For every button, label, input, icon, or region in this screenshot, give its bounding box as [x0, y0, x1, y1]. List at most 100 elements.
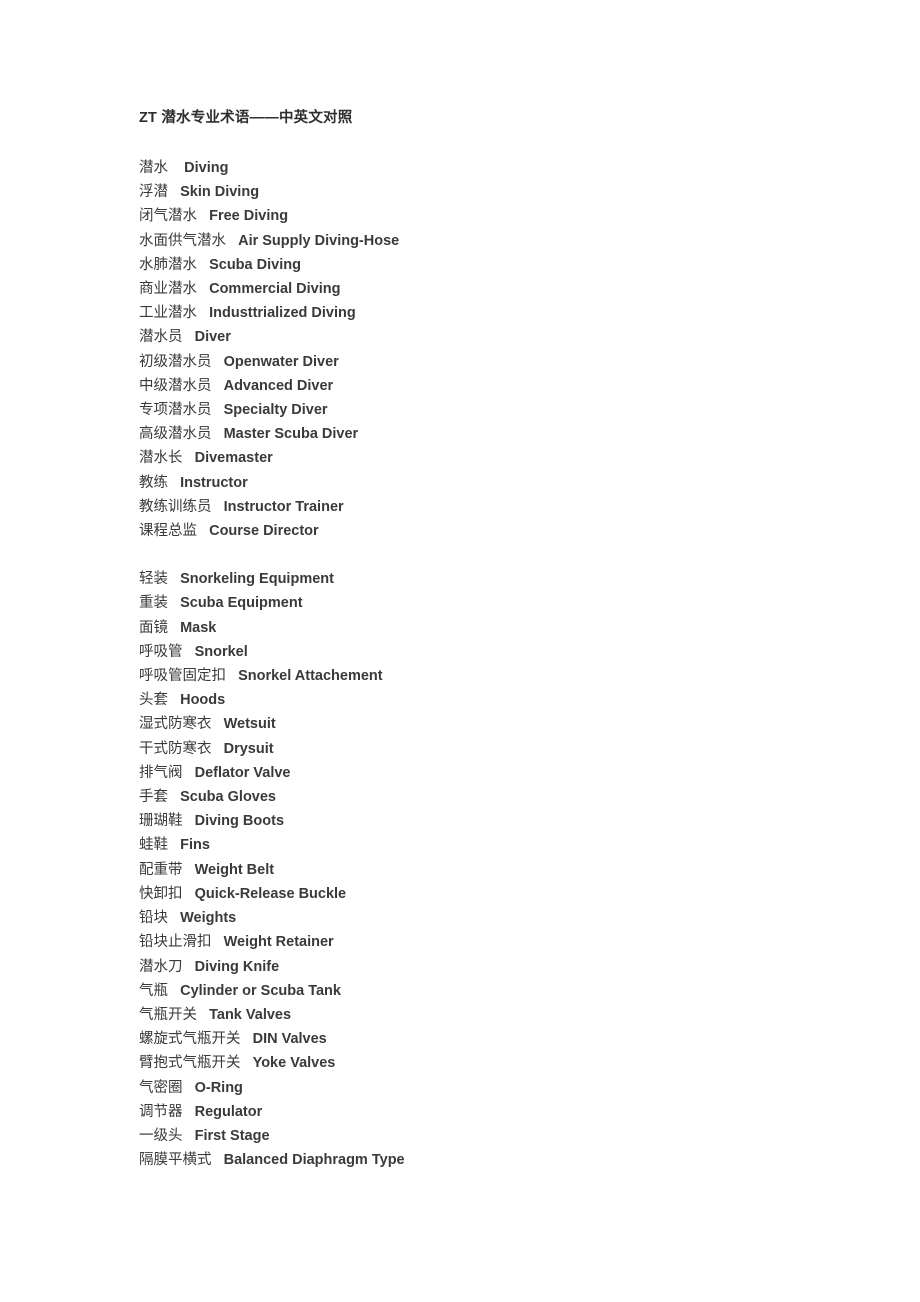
term-english: Tank Valves: [209, 1006, 292, 1023]
term-chinese: 蛙鞋: [139, 837, 168, 854]
term-english: Balanced Diaphragm Type: [223, 1152, 405, 1169]
term-separator: [183, 450, 195, 466]
term-chinese: 教练训练员: [139, 498, 212, 515]
term-line: 轻装 Snorkeling Equipment: [139, 567, 920, 591]
term-separator: [168, 160, 184, 176]
term-line: 一级头 First Stage: [139, 1124, 920, 1148]
term-english: Scuba Equipment: [180, 595, 303, 612]
term-line: 潜水刀 Diving Knife: [139, 955, 920, 979]
terminology-list: 潜水 Diving 浮潜 Skin Diving 闭气潜水 Free Diving 水…: [139, 156, 920, 1172]
page-title-rest: 潜水专业术语——中英文对照: [157, 110, 353, 126]
term-line: 教练训练员 Instructor Trainer: [139, 495, 920, 519]
term-separator: [168, 983, 180, 999]
term-english: Drysuit: [223, 740, 274, 757]
term-chinese: 隔膜平横式: [139, 1152, 212, 1169]
term-chinese: 螺旋式气瓶开关: [139, 1031, 241, 1048]
term-chinese: 中级潜水员: [139, 377, 212, 394]
term-line: 铅块止滑扣 Weight Retainer: [139, 930, 920, 954]
term-separator: [168, 789, 180, 805]
term-english: Hoods: [180, 692, 226, 709]
term-chinese: 教练: [139, 474, 168, 491]
term-english: Snorkel Attachement: [238, 668, 383, 685]
term-separator: [168, 184, 180, 200]
term-separator: [168, 595, 180, 611]
term-chinese: 高级潜水员: [139, 426, 212, 443]
term-separator: [212, 378, 224, 394]
term-separator: [212, 499, 224, 515]
term-line: 专项潜水员 Specialty Diver: [139, 398, 920, 422]
term-line: 隔膜平横式 Balanced Diaphragm Type: [139, 1148, 920, 1172]
term-english: Scuba Diving: [209, 256, 301, 273]
term-line: 配重带 Weight Belt: [139, 858, 920, 882]
term-english: First Stage: [194, 1127, 270, 1144]
term-separator: [183, 329, 195, 345]
term-separator: [241, 1031, 253, 1047]
term-separator: [183, 886, 195, 902]
term-chinese: 调节器: [139, 1103, 183, 1120]
term-english: Diving Knife: [194, 958, 280, 975]
term-english: Scuba Gloves: [180, 789, 276, 806]
term-line: 排气阀 Deflator Valve: [139, 761, 920, 785]
term-english: Snorkel: [194, 643, 248, 660]
term-line: 潜水 Diving: [139, 156, 920, 180]
term-english: Diver: [194, 329, 231, 346]
title-spacer: [139, 128, 920, 156]
term-line: 快卸扣 Quick-Release Buckle: [139, 882, 920, 906]
term-chinese: 潜水: [139, 160, 168, 176]
term-line: 水面供气潜水 Air Supply Diving-Hose: [139, 229, 920, 253]
term-chinese: 干式防寒衣: [139, 740, 212, 757]
term-line: 课程总监 Course Director: [139, 519, 920, 543]
term-english: Specialty Diver: [223, 402, 328, 419]
term-english: Snorkeling Equipment: [180, 571, 334, 588]
term-line: 中级潜水员 Advanced Diver: [139, 374, 920, 398]
term-separator: [226, 668, 238, 684]
term-english: Quick-Release Buckle: [194, 885, 347, 902]
term-line: 蛙鞋 Fins: [139, 833, 920, 857]
term-chinese: 手套: [139, 789, 168, 806]
document-page: ZT 潜水专业术语——中英文对照 潜水 Diving 浮潜 Skin Diving…: [0, 0, 920, 1302]
term-english: Openwater Diver: [223, 353, 339, 370]
term-line: 气瓶 Cylinder or Scuba Tank: [139, 979, 920, 1003]
term-separator: [212, 426, 224, 442]
term-chinese: 铅块止滑扣: [139, 934, 212, 951]
term-line: 珊瑚鞋 Diving Boots: [139, 809, 920, 833]
term-english: Regulator: [194, 1103, 263, 1120]
term-line: 干式防寒衣 Drysuit: [139, 737, 920, 761]
term-chinese: 轻装: [139, 571, 168, 588]
term-separator: [183, 1080, 195, 1096]
term-separator: [183, 959, 195, 975]
term-separator: [183, 765, 195, 781]
term-separator: [212, 934, 224, 950]
term-line: 臂抱式气瓶开关 Yoke Valves: [139, 1051, 920, 1075]
term-chinese: 头套: [139, 692, 168, 709]
term-english: Instructor: [180, 474, 248, 491]
term-line: 浮潜 Skin Diving: [139, 180, 920, 204]
term-line: 商业潜水 Commercial Diving: [139, 277, 920, 301]
term-chinese: 商业潜水: [139, 281, 197, 298]
term-english: Deflator Valve: [194, 764, 291, 781]
term-line: 气密圈 O-Ring: [139, 1076, 920, 1100]
term-english: Yoke Valves: [252, 1055, 336, 1072]
term-separator: [197, 1007, 209, 1023]
term-english: Skin Diving: [180, 184, 260, 201]
term-chinese: 气密圈: [139, 1079, 183, 1096]
term-line: 闭气潜水 Free Diving: [139, 204, 920, 228]
term-chinese: 课程总监: [139, 523, 197, 540]
term-separator: [168, 692, 180, 708]
term-separator: [183, 813, 195, 829]
term-english: O-Ring: [194, 1079, 243, 1096]
term-english: Weight Belt: [194, 861, 275, 878]
term-separator: [197, 305, 209, 321]
term-line: 水肺潜水 Scuba Diving: [139, 253, 920, 277]
term-line: 头套 Hoods: [139, 688, 920, 712]
term-line: 气瓶开关 Tank Valves: [139, 1003, 920, 1027]
term-separator: [168, 620, 180, 636]
term-english: Course Director: [209, 523, 319, 540]
term-separator: [212, 354, 224, 370]
term-english: DIN Valves: [252, 1031, 327, 1048]
term-separator: [183, 644, 195, 660]
term-english: Diving Boots: [194, 813, 285, 830]
term-separator: [197, 257, 209, 273]
term-chinese: 水肺潜水: [139, 256, 197, 273]
term-line: 潜水员 Diver: [139, 325, 920, 349]
